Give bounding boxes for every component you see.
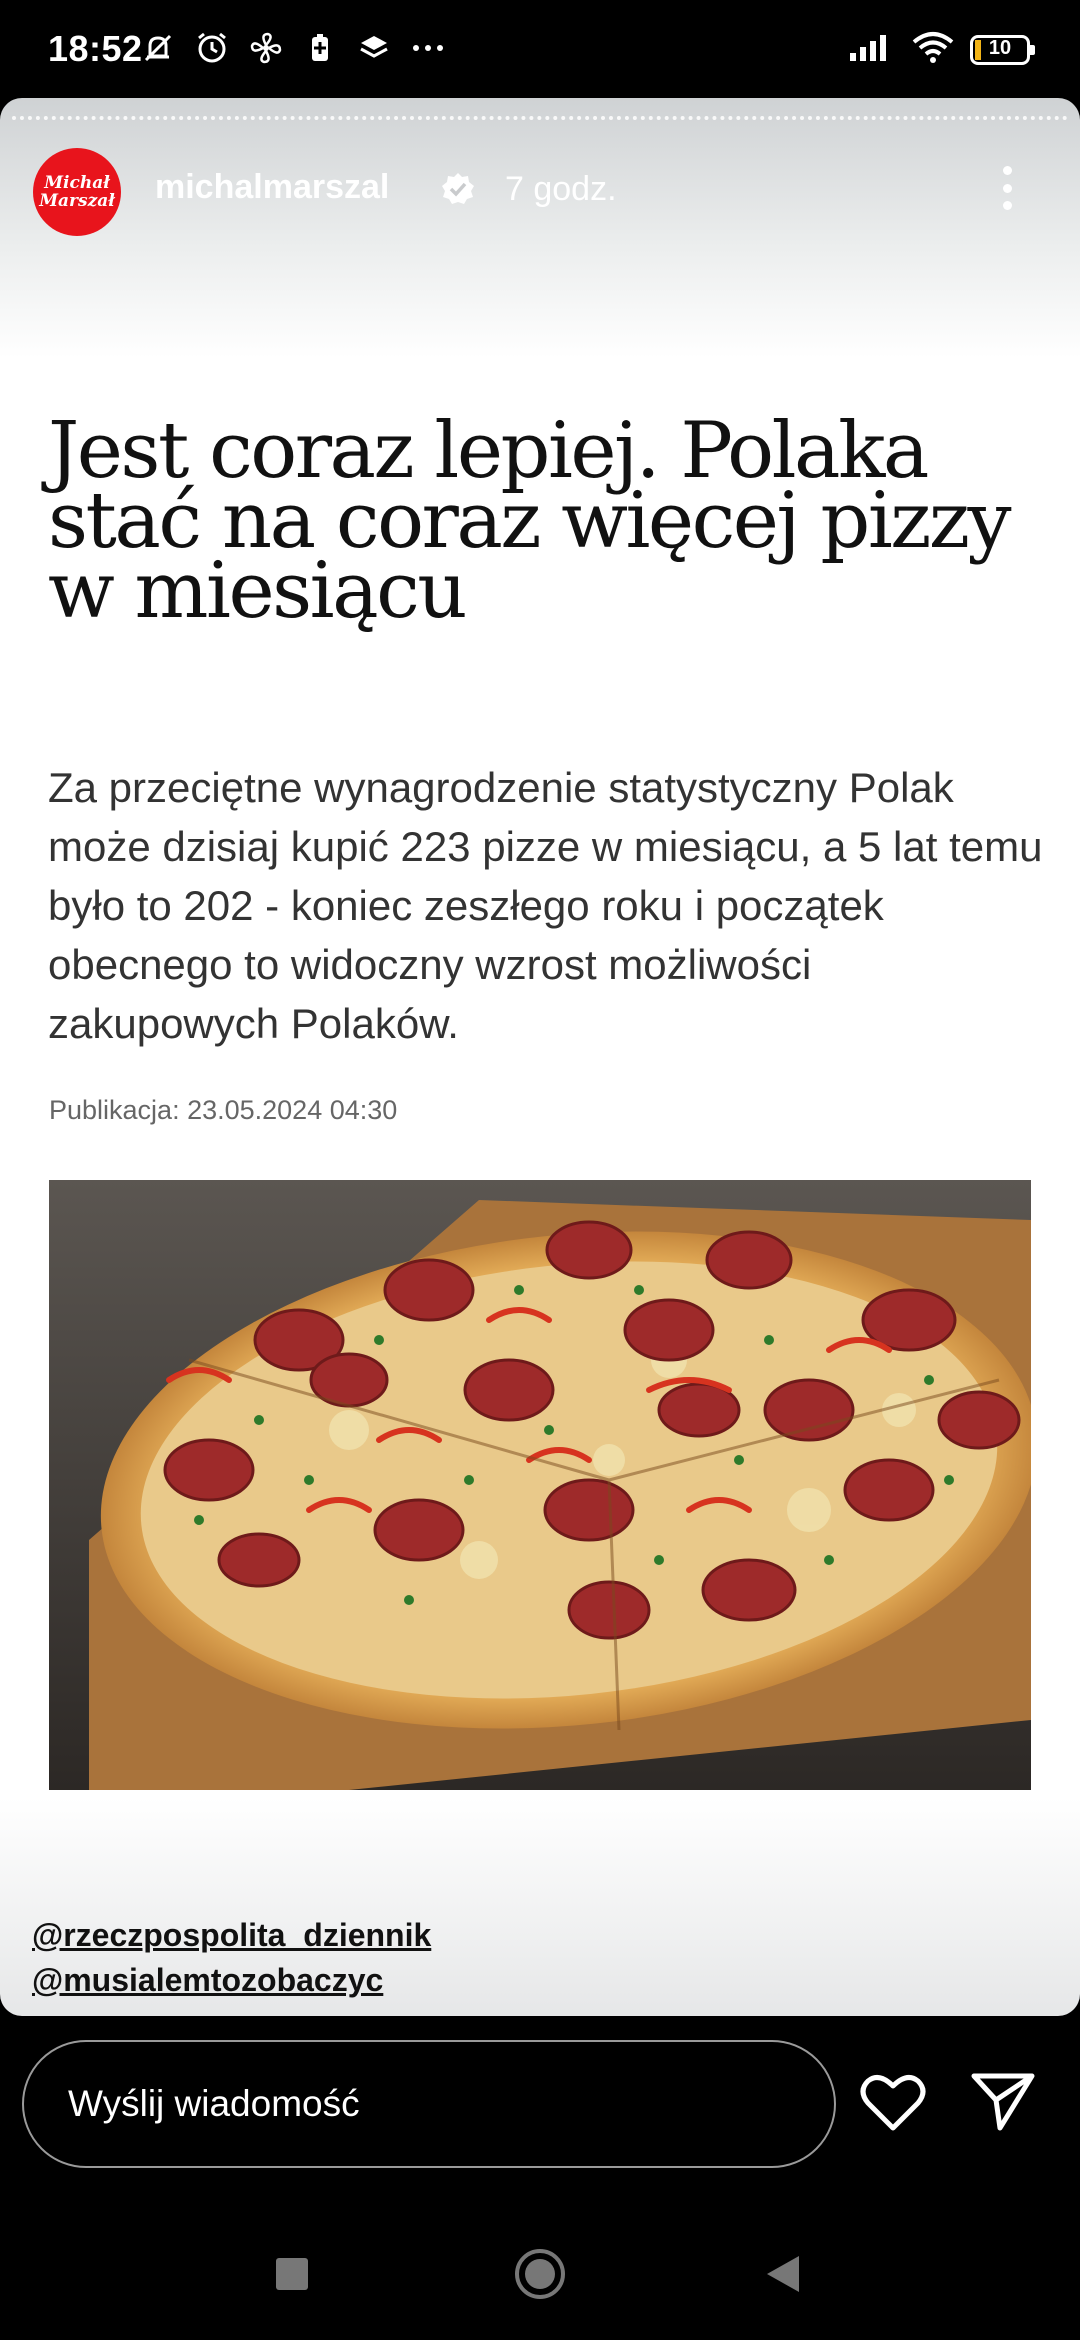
layers-icon bbox=[356, 30, 392, 66]
send-icon[interactable] bbox=[970, 2070, 1036, 2132]
home-button[interactable] bbox=[515, 2249, 565, 2299]
battery-icon: 10 bbox=[970, 34, 1035, 65]
more-dots-icon bbox=[410, 30, 446, 66]
message-input[interactable]: Wyślij wiadomość bbox=[22, 2040, 836, 2168]
alarm-icon bbox=[194, 30, 230, 66]
mute-icon bbox=[140, 30, 176, 66]
username[interactable]: michalmarszal bbox=[155, 168, 389, 207]
battery-level: 10 bbox=[988, 36, 1012, 59]
pizza-photo bbox=[49, 1180, 1031, 1790]
story-progress-bar bbox=[12, 116, 1068, 124]
status-bar: 18:52 10 bbox=[0, 0, 1080, 98]
heart-icon[interactable] bbox=[860, 2072, 926, 2132]
avatar[interactable]: Michał Marszał bbox=[33, 148, 121, 236]
signal-icon bbox=[848, 31, 896, 68]
back-button[interactable] bbox=[767, 2256, 799, 2292]
verified-badge-icon bbox=[442, 173, 474, 204]
more-options-icon[interactable] bbox=[1003, 166, 1013, 210]
mention-tags: @rzeczpospolita_dziennik @musialemtozoba… bbox=[32, 1913, 431, 2003]
fan-icon bbox=[248, 30, 284, 66]
reply-bar: Wyślij wiadomość bbox=[0, 2016, 1080, 2216]
status-time: 18:52 bbox=[48, 28, 143, 69]
system-nav-bar bbox=[0, 2216, 1080, 2340]
article-headline: Jest coraz lepiej. Polaka stać na coraz … bbox=[48, 406, 1012, 636]
publication-date: Publikacja: 23.05.2024 04:30 bbox=[49, 1095, 398, 1125]
mention-tag[interactable]: @musialemtozobaczyc bbox=[32, 1958, 431, 2003]
recent-apps-button[interactable] bbox=[276, 2258, 308, 2290]
mention-tag[interactable]: @rzeczpospolita_dziennik bbox=[32, 1913, 431, 1958]
battery-saver-icon bbox=[302, 30, 338, 66]
wifi-icon bbox=[910, 30, 956, 69]
article-lead: Za przeciętne wynagrodzenie statystyczny… bbox=[48, 764, 1043, 1047]
post-time: 7 godz. bbox=[505, 170, 617, 208]
story-card[interactable]: Michał Marszał michalmarszal 7 godz. Jes… bbox=[0, 98, 1080, 2016]
